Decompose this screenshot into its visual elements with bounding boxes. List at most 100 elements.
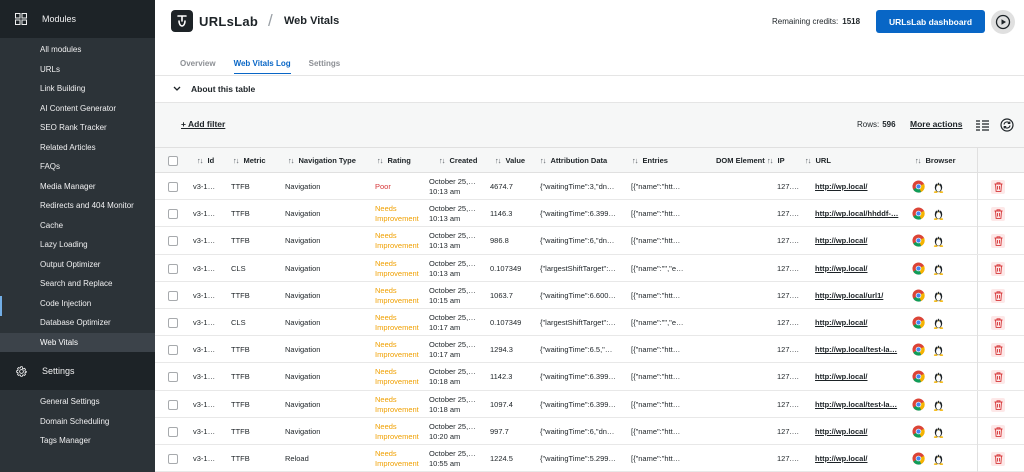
row-checkbox[interactable]: [168, 345, 178, 356]
column-header-id[interactable]: ↑↓ Id: [197, 156, 214, 165]
sidebar-settings-header[interactable]: Settings: [0, 352, 155, 390]
row-checkbox[interactable]: [168, 317, 178, 328]
cell-attribution-data: {"waitingTime":6.600…: [540, 290, 616, 300]
column-header-value[interactable]: ↑↓ Value: [495, 156, 525, 165]
sidebar-item-general-settings[interactable]: General Settings: [0, 392, 155, 412]
column-header-ip[interactable]: ↑↓ IP: [767, 156, 785, 165]
column-divider: [977, 281, 978, 309]
table-row[interactable]: v3-1… TTFB Navigation Poor October 25,… 10:13…: [155, 173, 1024, 201]
delete-row-button[interactable]: [991, 288, 1005, 303]
table-row[interactable]: v3-1… CLS Navigation Needs Improvement Octob…: [155, 308, 1024, 337]
table-row[interactable]: v3-1… CLS Navigation Needs Improvement Octob…: [155, 254, 1024, 282]
sidebar-modules-header[interactable]: Modules: [0, 0, 155, 38]
column-header-metric[interactable]: ↑↓ Metric: [233, 156, 266, 165]
cell-entries: [{"name":"htt…: [631, 345, 681, 355]
cell-url[interactable]: http://wp.local/: [815, 182, 903, 191]
delete-row-button[interactable]: [991, 234, 1005, 249]
table-row[interactable]: v3-1… TTFB Navigation Needs Improvement Octo…: [155, 281, 1024, 309]
sidebar-item-link-building[interactable]: Link Building: [0, 79, 155, 99]
row-checkbox[interactable]: [168, 290, 178, 301]
tab-bar: Overview Web Vitals Log Settings: [180, 59, 358, 74]
cell-url[interactable]: http://wp.local/: [815, 427, 903, 436]
tab-overview[interactable]: Overview: [180, 59, 216, 74]
sidebar-item-ai-content-generator[interactable]: AI Content Generator: [0, 99, 155, 119]
play-button[interactable]: [991, 10, 1015, 34]
cell-url[interactable]: http://wp.local/url1/: [815, 291, 903, 300]
delete-row-button[interactable]: [991, 261, 1005, 276]
cell-url[interactable]: http://wp.local/test-la…: [815, 400, 903, 409]
row-checkbox[interactable]: [168, 263, 178, 274]
sidebar-item-web-vitals[interactable]: Web Vitals: [0, 332, 155, 352]
cell-ip: 127.…: [777, 236, 800, 246]
columns-icon[interactable]: [975, 118, 989, 132]
column-header-entries[interactable]: ↑↓ Entries: [632, 156, 668, 165]
column-header-url[interactable]: ↑↓ URL: [805, 156, 831, 165]
sidebar-item-search-and-replace[interactable]: Search and Replace: [0, 274, 155, 294]
row-checkbox[interactable]: [168, 426, 178, 437]
delete-row-button[interactable]: [991, 451, 1005, 466]
column-header-attribution-data[interactable]: ↑↓ Attribution Data: [540, 156, 607, 165]
add-filter-button[interactable]: + Add filter: [181, 119, 225, 129]
column-header-navigation-type[interactable]: ↑↓ Navigation Type: [288, 156, 356, 165]
sidebar-item-related-articles[interactable]: Related Articles: [0, 138, 155, 158]
sidebar-item-database-optimizer[interactable]: Database Optimizer: [0, 313, 155, 333]
sidebar-item-all-modules[interactable]: All modules: [0, 40, 155, 60]
sidebar-item-redirects-and-404-monitor[interactable]: Redirects and 404 Monitor: [0, 196, 155, 216]
cell-value: 0.107349: [490, 317, 522, 327]
row-checkbox[interactable]: [168, 372, 178, 383]
cell-url[interactable]: http://wp.local/hhddf-…: [815, 209, 903, 218]
cell-entries: [{"name":"","e…: [631, 263, 684, 273]
about-table-toggle[interactable]: About this table: [155, 76, 1024, 102]
row-checkbox[interactable]: [168, 399, 178, 410]
sidebar-item-output-optimizer[interactable]: Output Optimizer: [0, 255, 155, 275]
row-checkbox[interactable]: [168, 236, 178, 247]
row-checkbox[interactable]: [168, 182, 178, 192]
cell-created: October 25,… 10:18 am: [429, 395, 476, 415]
delete-row-button[interactable]: [991, 424, 1005, 439]
sidebar-item-faqs[interactable]: FAQs: [0, 157, 155, 177]
cell-url[interactable]: http://wp.local/: [815, 236, 903, 245]
dashboard-button[interactable]: URLsLab dashboard: [876, 10, 985, 33]
sidebar-item-cache[interactable]: Cache: [0, 216, 155, 236]
row-checkbox[interactable]: [168, 453, 178, 464]
sidebar-item-domain-scheduling[interactable]: Domain Scheduling: [0, 412, 155, 432]
table-row[interactable]: v3-1… TTFB Navigation Needs Improvement Octo…: [155, 227, 1024, 255]
sidebar-item-seo-rank-tracker[interactable]: SEO Rank Tracker: [0, 118, 155, 138]
delete-row-button[interactable]: [991, 370, 1005, 385]
select-all-checkbox[interactable]: [168, 156, 178, 166]
cell-url[interactable]: http://wp.local/test-la…: [815, 345, 903, 354]
tab-settings[interactable]: Settings: [309, 59, 341, 74]
sidebar-item-code-injection[interactable]: Code Injection: [0, 294, 155, 314]
table-row[interactable]: v3-1… TTFB Navigation Needs Improvement Octo…: [155, 363, 1024, 391]
column-header-label: Attribution Data: [550, 156, 608, 165]
more-actions-button[interactable]: More actions: [910, 119, 962, 129]
table-row[interactable]: v3-1… TTFB Navigation Needs Improvement Octo…: [155, 390, 1024, 418]
table-row[interactable]: v3-1… TTFB Navigation Needs Improvement Octo…: [155, 417, 1024, 445]
delete-row-button[interactable]: [991, 315, 1005, 330]
column-header-browser[interactable]: ↑↓ Browser: [915, 156, 956, 165]
cell-url[interactable]: http://wp.local/: [815, 264, 903, 273]
table-toolbar: + Add filter Rows: 596 More actions: [155, 102, 1024, 147]
delete-row-button[interactable]: [991, 397, 1005, 412]
sidebar-item-urls[interactable]: URLs: [0, 60, 155, 80]
column-header-dom-element[interactable]: DOM Element: [716, 156, 765, 165]
row-checkbox[interactable]: [168, 209, 178, 220]
refresh-icon[interactable]: [1000, 118, 1014, 132]
column-header-created[interactable]: ↑↓ Created: [439, 156, 477, 165]
sidebar-item-tags-manager[interactable]: Tags Manager: [0, 431, 155, 451]
delete-row-button[interactable]: [991, 207, 1005, 222]
delete-row-button[interactable]: [991, 343, 1005, 358]
sidebar-item-media-manager[interactable]: Media Manager: [0, 177, 155, 197]
delete-row-button[interactable]: [991, 180, 1005, 194]
column-header-rating[interactable]: ↑↓ Rating: [377, 156, 411, 165]
tab-web-vitals-log[interactable]: Web Vitals Log: [233, 59, 291, 74]
cell-url[interactable]: http://wp.local/: [815, 372, 903, 381]
cell-url[interactable]: http://wp.local/: [815, 318, 903, 327]
trash-icon: [994, 318, 1002, 328]
table-row[interactable]: v3-1… TTFB Navigation Needs Improvement Octo…: [155, 200, 1024, 228]
table-row[interactable]: v3-1… TTFB Reload Needs Improvement October …: [155, 444, 1024, 472]
sidebar-item-lazy-loading[interactable]: Lazy Loading: [0, 235, 155, 255]
cell-url[interactable]: http://wp.local/: [815, 454, 903, 463]
credits-value: 1518: [842, 17, 861, 26]
table-row[interactable]: v3-1… TTFB Navigation Needs Improvement Octo…: [155, 336, 1024, 364]
